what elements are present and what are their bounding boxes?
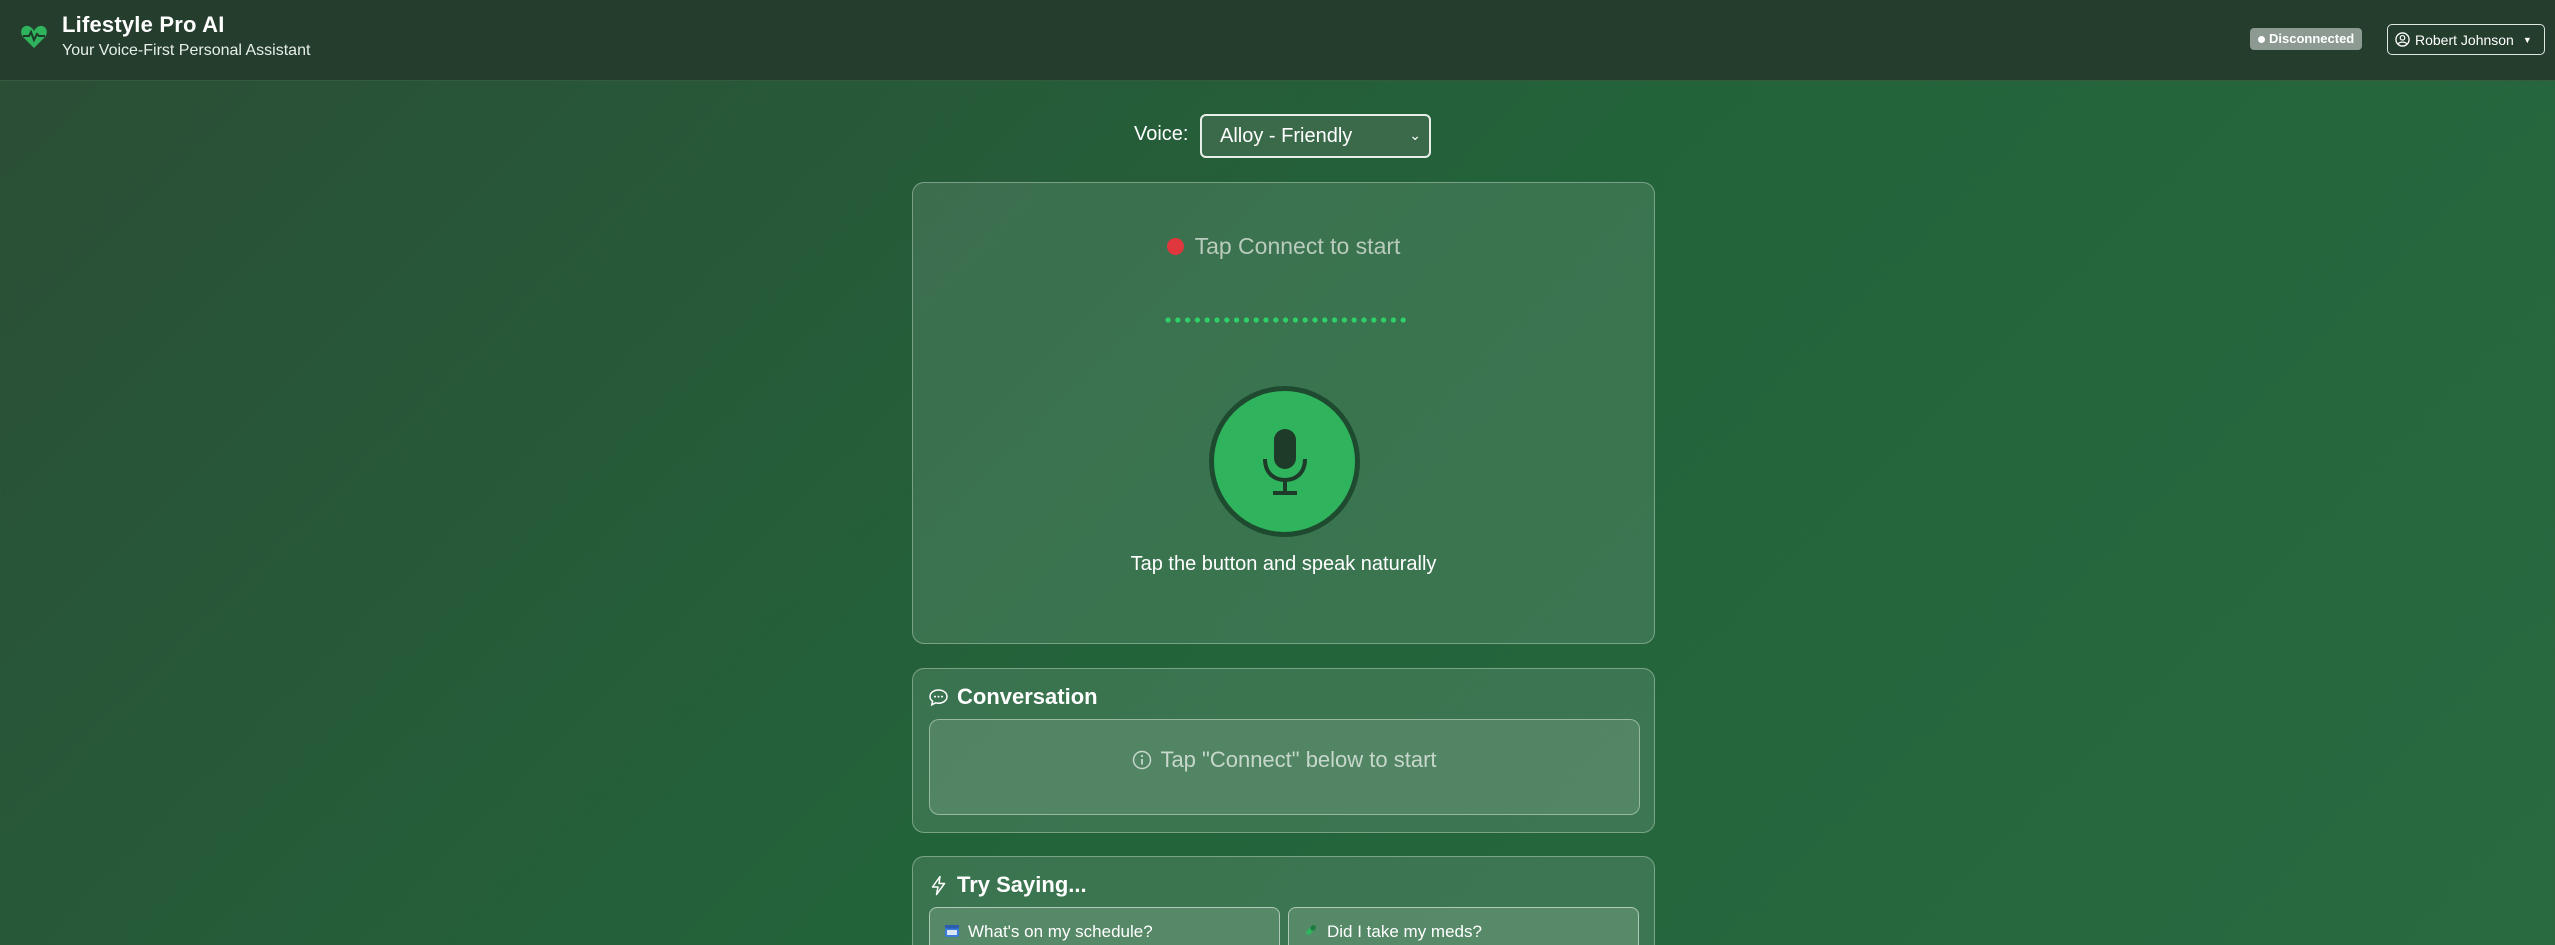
- waveform-dot: [1361, 317, 1367, 323]
- status-badge-label: Disconnected: [2269, 31, 2355, 46]
- user-menu-button[interactable]: Robert Johnson ▼: [2387, 24, 2545, 55]
- waveform-dot: [1165, 317, 1171, 323]
- lightning-icon: [931, 875, 946, 895]
- connection-status-badge: Disconnected: [2250, 28, 2363, 50]
- app-title: Lifestyle Pro AI: [62, 12, 225, 37]
- waveform-dot: [1302, 317, 1308, 323]
- waveform-dot: [1341, 317, 1347, 323]
- calendar-icon: [945, 925, 959, 937]
- waveform-dot: [1175, 317, 1181, 323]
- audio-waveform: [1165, 317, 1406, 323]
- waveform-dot: [1224, 317, 1230, 323]
- conversation-title: Conversation: [928, 684, 1098, 710]
- app-subtitle: Your Voice-First Personal Assistant: [62, 42, 311, 59]
- conversation-title-text: Conversation: [957, 684, 1098, 709]
- microphone-icon: [1262, 428, 1307, 495]
- voice-panel: Tap Connect to start Tap the button and …: [912, 182, 1655, 644]
- waveform-dot: [1371, 317, 1377, 323]
- waveform-dot: [1332, 317, 1338, 323]
- connection-status-text: Tap Connect to start: [1194, 233, 1401, 259]
- try-saying-title: Try Saying...: [928, 872, 1087, 898]
- waveform-dot: [1263, 317, 1269, 323]
- waveform-dot: [1204, 317, 1210, 323]
- connection-status: Tap Connect to start: [913, 233, 1654, 260]
- suggestion-schedule-button[interactable]: What's on my schedule?: [929, 907, 1280, 945]
- chat-bubble-icon: [929, 688, 948, 706]
- try-saying-panel: Try Saying... What's on my schedule? Did…: [912, 856, 1655, 945]
- microphone-button[interactable]: [1209, 386, 1360, 537]
- app-header: Lifestyle Pro AI Your Voice-First Person…: [0, 0, 2555, 81]
- user-name: Robert Johnson: [2415, 31, 2514, 48]
- conversation-empty-state: Tap "Connect" below to start: [930, 747, 1639, 773]
- try-saying-title-text: Try Saying...: [957, 872, 1087, 897]
- chevron-down-icon: ⌄: [1409, 127, 1421, 143]
- suggestion-meds-button[interactable]: Did I take my meds?: [1288, 907, 1639, 945]
- tap-hint: Tap the button and speak naturally: [1130, 553, 1437, 575]
- voice-label: Voice:: [1134, 123, 1189, 145]
- waveform-dot: [1292, 317, 1298, 323]
- waveform-dot: [1400, 317, 1406, 323]
- status-dot-icon: [2258, 35, 2265, 43]
- waveform-dot: [1234, 317, 1240, 323]
- suggestion-label: Did I take my meds?: [1327, 922, 1482, 941]
- waveform-dot: [1312, 317, 1318, 323]
- conversation-empty-text: Tap "Connect" below to start: [1160, 747, 1437, 772]
- pill-icon: [1306, 925, 1316, 935]
- waveform-dot: [1194, 317, 1200, 323]
- voice-select[interactable]: Alloy - Friendly ⌄: [1200, 114, 1431, 158]
- waveform-dot: [1351, 317, 1357, 323]
- conversation-panel: Conversation Tap "Connect" below to star…: [912, 668, 1655, 833]
- info-icon: [1133, 750, 1152, 770]
- waveform-dot: [1390, 317, 1396, 323]
- waveform-dot: [1381, 317, 1387, 323]
- waveform-dot: [1253, 317, 1259, 323]
- suggestion-label: What's on my schedule?: [968, 922, 1153, 941]
- conversation-log: Tap "Connect" below to start: [929, 719, 1640, 815]
- voice-select-value: Alloy - Friendly: [1220, 124, 1353, 147]
- waveform-dot: [1243, 317, 1249, 323]
- status-indicator-dot: [1166, 238, 1184, 255]
- chevron-down-icon: ▼: [2522, 34, 2532, 45]
- waveform-dot: [1283, 317, 1289, 323]
- waveform-dot: [1214, 317, 1220, 323]
- heart-pulse-icon: [21, 25, 47, 48]
- waveform-dot: [1273, 317, 1279, 323]
- user-circle-icon: [2395, 32, 2410, 47]
- waveform-dot: [1185, 317, 1191, 323]
- waveform-dot: [1322, 317, 1328, 323]
